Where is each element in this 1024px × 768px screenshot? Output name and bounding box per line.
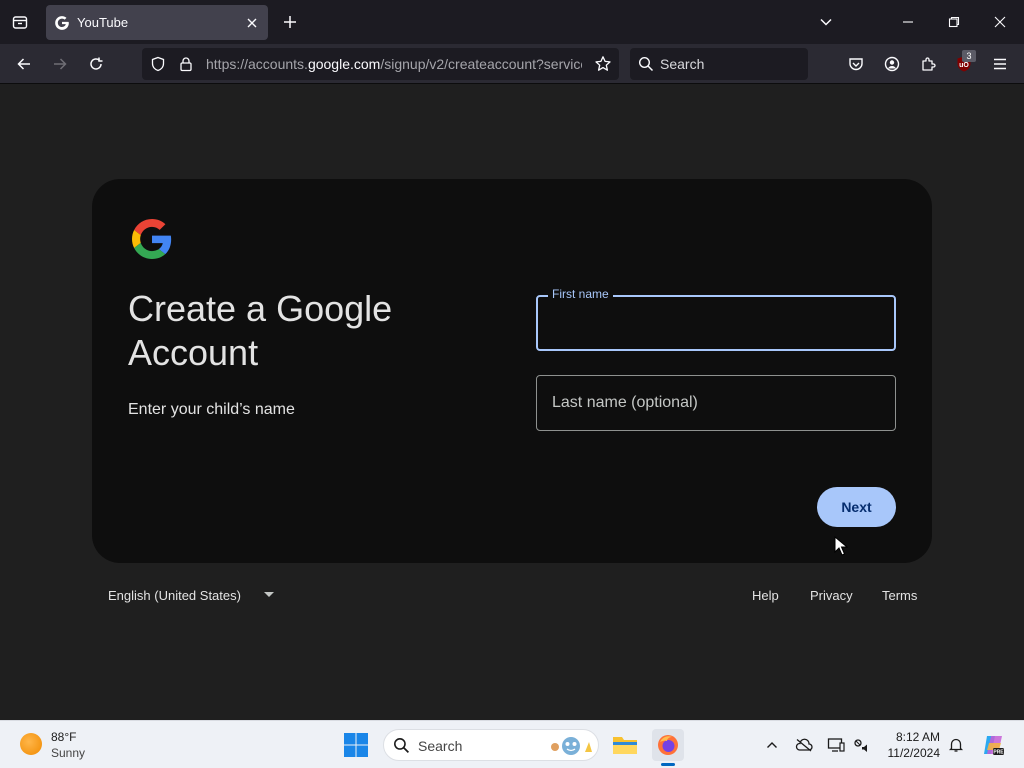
extension-badge-count: 3 [962,50,976,62]
bookmark-star-icon[interactable] [594,55,612,78]
help-link[interactable]: Help [752,588,779,603]
search-bar[interactable]: Search [630,48,808,80]
taskbar-search-placeholder: Search [418,738,463,754]
clock-time[interactable]: 8:12 AM [882,730,940,744]
mouse-cursor-icon [834,536,848,556]
language-dropdown-arrow-icon[interactable] [264,592,274,598]
clock-date[interactable]: 11/2/2024 [882,746,941,760]
new-tab-icon[interactable] [276,8,304,36]
copilot-icon[interactable]: PRE [980,732,1006,758]
reload-icon[interactable] [82,50,110,78]
signup-card: Create a Google Account Enter your child… [92,179,932,563]
search-bar-placeholder: Search [660,56,705,72]
page-subtitle: Enter your child’s name [128,401,295,418]
url-prefix: https://accounts. [206,56,308,72]
privacy-link[interactable]: Privacy [810,588,853,603]
address-bar[interactable]: https://accounts.google.com/signup/v2/cr… [142,48,619,80]
taskbar-search-icon [393,737,410,759]
file-explorer-folder-icon[interactable] [609,729,641,761]
tab-strip: YouTube [0,0,1024,44]
extensions-puzzle-icon[interactable] [914,50,942,78]
minimize-icon[interactable] [892,6,924,38]
navigation-toolbar: https://accounts.google.com/signup/v2/cr… [0,44,1024,84]
language-selector[interactable]: English (United States) [108,588,241,603]
svg-text:PRE: PRE [993,750,1004,756]
restore-icon[interactable] [938,6,970,38]
show-hidden-icons-chevron-up-icon[interactable] [762,735,782,755]
display-monitor-icon[interactable] [826,735,846,755]
url-host: google.com [307,56,381,72]
page-title: Create a Google Account [128,288,393,373]
next-button[interactable]: Next [817,487,896,527]
tab-overflow-chevron-down-icon[interactable] [810,6,842,38]
tab-list-icon[interactable] [6,8,34,36]
sun-icon [20,733,42,755]
windows-start-icon[interactable] [342,731,370,759]
close-tab-icon[interactable] [240,11,264,35]
firefox-taskbar-icon[interactable] [652,729,684,761]
first-name-label: First name [548,287,613,301]
forward-arrow-icon[interactable] [46,50,74,78]
lock-icon[interactable] [178,56,194,77]
weather-condition: Sunny [51,746,86,760]
taskbar-search-box[interactable]: Search [383,729,599,761]
tab-title: YouTube [77,15,129,30]
pocket-icon[interactable] [842,50,870,78]
onedrive-offline-cloud-icon[interactable] [794,735,814,755]
first-name-field[interactable]: First name [536,287,896,351]
network-volume-icon[interactable] [852,735,872,755]
menu-hamburger-icon[interactable] [986,50,1014,78]
tracking-protection-shield-icon[interactable] [150,56,166,77]
first-name-input[interactable] [538,297,894,349]
active-app-indicator [661,763,675,766]
google-logo-icon [132,219,172,259]
url-text[interactable]: https://accounts.google.com/signup/v2/cr… [206,56,582,72]
search-highlight-icon [548,734,594,763]
last-name-input[interactable] [537,376,895,430]
url-path: /signup/v2/createaccount?service=youtube [380,56,582,72]
close-window-icon[interactable] [984,6,1016,38]
svg-text:uO: uO [959,62,969,69]
notification-bell-icon[interactable] [946,735,966,755]
weather-temperature: 88°F [51,730,77,744]
tab-youtube[interactable]: YouTube [46,5,268,40]
back-arrow-icon[interactable] [10,50,38,78]
windows-taskbar: 88°F Sunny Search 8:12 AM 11/2/2024 PRE [0,720,1024,768]
account-icon[interactable] [878,50,906,78]
last-name-field[interactable] [536,375,896,431]
search-icon [638,56,654,77]
google-favicon-icon [55,15,69,30]
terms-link[interactable]: Terms [882,588,917,603]
